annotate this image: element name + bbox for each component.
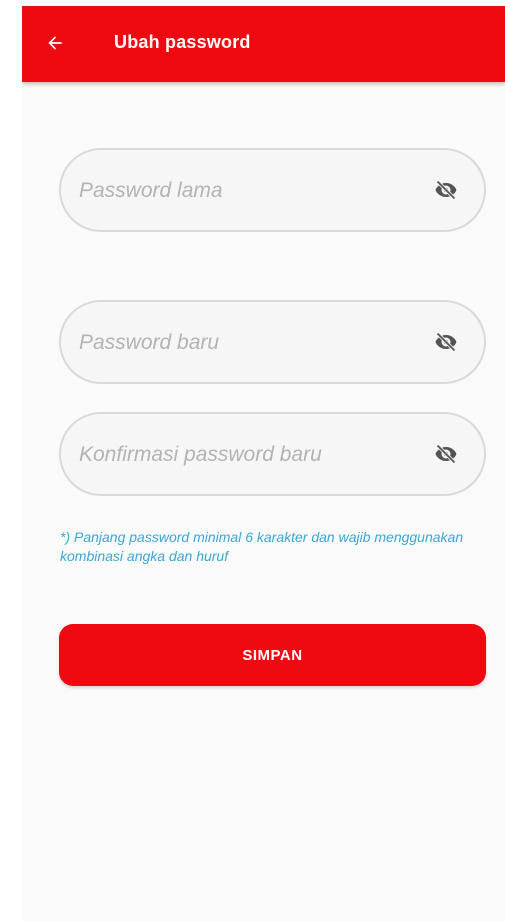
toggle-confirm-password-visibility-button[interactable] xyxy=(430,440,462,468)
save-button[interactable]: SIMPAN xyxy=(59,624,486,686)
app-bar: Ubah password xyxy=(22,6,505,82)
eye-off-icon xyxy=(435,180,457,200)
new-password-input[interactable] xyxy=(77,302,411,384)
change-password-screen: Ubah password *) Panjang password minima… xyxy=(22,6,505,921)
old-password-input[interactable] xyxy=(77,150,411,232)
password-hint-text: *) Panjang password minimal 6 karakter d… xyxy=(60,529,464,564)
arrow-left-icon xyxy=(48,36,62,50)
eye-off-icon xyxy=(435,444,457,464)
eye-off-icon xyxy=(435,332,457,352)
toggle-new-password-visibility-button[interactable] xyxy=(430,328,462,356)
confirm-password-input[interactable] xyxy=(77,414,411,496)
confirm-password-field[interactable] xyxy=(59,412,486,496)
old-password-field[interactable] xyxy=(59,148,486,232)
back-button[interactable] xyxy=(40,28,70,58)
page-title: Ubah password xyxy=(114,32,251,52)
toggle-old-password-visibility-button[interactable] xyxy=(430,176,462,204)
new-password-field[interactable] xyxy=(59,300,486,384)
